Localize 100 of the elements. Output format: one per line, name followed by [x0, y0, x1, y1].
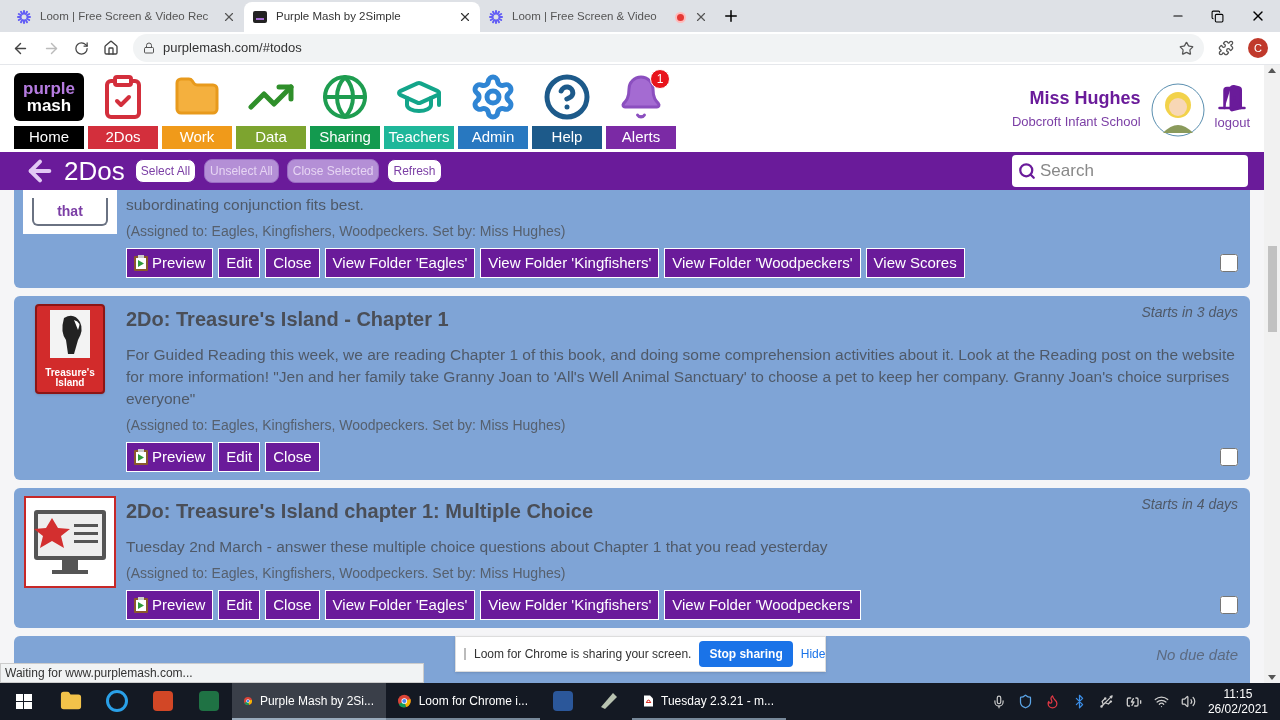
nav-label: Admin: [458, 126, 528, 149]
nav-item[interactable]: Sharing: [310, 71, 380, 149]
scroll-thumb[interactable]: [1267, 246, 1277, 332]
logout-door-icon[interactable]: [1217, 83, 1248, 113]
assigned-text: (Assigned to: Eagles, Kingfishers, Woodpeckers. Set by: Miss Hughes): [126, 222, 567, 241]
wifi-icon[interactable]: [1153, 694, 1169, 709]
select-checkbox[interactable]: [1220, 448, 1238, 466]
preview-button[interactable]: Preview: [126, 248, 214, 278]
restore-icon[interactable]: [1211, 9, 1224, 23]
nav-label: Help: [532, 126, 602, 149]
nav-item[interactable]: purple mash Home: [14, 71, 84, 149]
tool-icon: [599, 690, 619, 711]
card-action-button[interactable]: View Folder 'Woodpeckers': [664, 590, 861, 620]
address-bar[interactable]: purplemash.com/#todos: [133, 34, 1204, 62]
select-checkbox[interactable]: [1220, 254, 1238, 272]
user-avatar: [1150, 83, 1205, 137]
microphone-icon[interactable]: [991, 694, 1006, 709]
card-action-button[interactable]: Edit: [218, 248, 261, 278]
page-title: 2Dos: [64, 154, 125, 188]
nav-item[interactable]: 2Dos: [88, 71, 158, 149]
close-icon[interactable]: [458, 10, 472, 24]
taskbar-app[interactable]: Purple Mash by 2Si...: [232, 683, 386, 720]
preview-button[interactable]: Preview: [126, 442, 214, 472]
sunburst-icon: [488, 9, 504, 25]
globe-icon: [320, 72, 370, 121]
assigned-text: (Assigned to: Eagles, Kingfishers, Woodpeckers. Set by: Miss Hughes): [126, 416, 567, 435]
quiz-monitor-icon: [24, 496, 116, 588]
sunburst-icon: [16, 9, 32, 25]
card-action-button[interactable]: Close: [265, 590, 320, 620]
status-text: Waiting for www.purplemash.com...: [0, 663, 424, 683]
toolbar-button[interactable]: Refresh: [387, 159, 442, 183]
card-action-button[interactable]: View Scores: [865, 248, 965, 278]
tab-title: Loom | Free Screen & Video Rec: [40, 9, 210, 25]
profile-avatar[interactable]: C: [1248, 38, 1268, 58]
nav-label: Alerts: [606, 126, 676, 149]
ie-icon: [106, 689, 128, 712]
close-icon[interactable]: [222, 10, 236, 24]
preview-button[interactable]: Preview: [126, 590, 214, 620]
spreadsheet-app-icon: [199, 690, 219, 711]
clock-date: 26/02/2021: [1207, 701, 1268, 717]
document-app-icon: [553, 690, 573, 711]
nav-label: Sharing: [310, 126, 380, 149]
flame-icon[interactable]: [1044, 694, 1060, 709]
brand-logo: purple mash: [14, 72, 84, 121]
school-name: Dobcroft Infant School: [1011, 113, 1141, 131]
home-icon[interactable]: [103, 40, 119, 56]
select-checkbox[interactable]: [1220, 596, 1238, 614]
clipboard-play-icon: [134, 449, 148, 465]
nav-item[interactable]: Admin: [458, 71, 528, 149]
search-field[interactable]: Search: [1012, 155, 1248, 187]
nav-label: Data: [236, 126, 306, 149]
shield-icon[interactable]: [1017, 694, 1033, 709]
scrollbar[interactable]: [1264, 65, 1280, 683]
clipboard-play-icon: [134, 255, 148, 271]
hide-link[interactable]: Hide: [800, 645, 826, 663]
task-description: Tuesday 2nd March - answer these multiple choice questions about Chapter 1 that you read yesterday: [126, 537, 829, 557]
card-action-button[interactable]: View Folder 'Woodpeckers': [664, 248, 861, 278]
page-icon: [252, 9, 268, 25]
card-action-button[interactable]: Close: [265, 442, 320, 472]
task-description: subordinating conjunction fits best.: [126, 195, 365, 215]
browser-tab[interactable]: Purple Mash by 2Simple: [244, 2, 480, 32]
nav-item[interactable]: Help: [532, 71, 602, 149]
taskbar-app[interactable]: Tuesday 2.3.21 - m...: [632, 683, 786, 720]
alert-badge: 1: [650, 69, 670, 89]
bookmark-icon[interactable]: [1179, 40, 1194, 56]
card-action-button[interactable]: View Folder 'Eagles': [324, 590, 476, 620]
card-action-button[interactable]: Close: [265, 248, 320, 278]
card-action-button[interactable]: Edit: [218, 590, 261, 620]
folder-icon: [60, 689, 82, 712]
tab-title: Loom | Free Screen & Video: [512, 9, 658, 25]
new-tab-icon[interactable]: [722, 7, 740, 25]
presentation-app-icon: [153, 690, 173, 711]
tab-title: Purple Mash by 2Simple: [276, 9, 402, 25]
taskbar-label: Tuesday 2.3.21 - m...: [661, 692, 774, 710]
card-action-button[interactable]: View Folder 'Kingfishers': [480, 590, 660, 620]
browser-tab[interactable]: Loom | Free Screen & Video: [480, 2, 716, 32]
nav-label: 2Dos: [88, 126, 158, 149]
browser-tab[interactable]: Loom | Free Screen & Video Rec: [8, 2, 244, 32]
taskbar-label: Purple Mash by 2Si...: [259, 692, 374, 710]
stop-sharing-button[interactable]: Stop sharing: [699, 641, 793, 667]
extensions-icon[interactable]: [1218, 40, 1234, 56]
nav-label: Home: [14, 126, 84, 149]
lock-icon: [143, 42, 155, 54]
logout-link[interactable]: logout: [1214, 113, 1250, 133]
card-action-button[interactable]: View Folder 'Eagles': [324, 248, 476, 278]
drag-handle-icon: [464, 648, 466, 660]
card-action-button[interactable]: View Folder 'Kingfishers': [480, 248, 660, 278]
toolbar-button[interactable]: Select All: [134, 159, 197, 183]
assigned-text: (Assigned to: Eagles, Kingfishers, Woodpeckers. Set by: Miss Hughes): [126, 564, 567, 583]
clipboard-play-icon: [134, 597, 148, 613]
taskbar-app[interactable]: Loom for Chrome i...: [386, 683, 540, 720]
nav-item[interactable]: 1 Alerts: [606, 71, 676, 149]
close-icon[interactable]: [694, 10, 708, 24]
usb-icon[interactable]: [1098, 694, 1114, 709]
due-text: Starts in 4 days: [1141, 495, 1238, 514]
task-title: 2Do: Treasure's Island chapter 1: Multiple Choice: [126, 499, 594, 524]
card-action-button[interactable]: Edit: [218, 442, 261, 472]
sharing-message: Loom for Chrome is sharing your screen.: [474, 646, 692, 663]
reload-icon[interactable]: [74, 40, 89, 56]
volume-icon[interactable]: [1180, 694, 1196, 709]
